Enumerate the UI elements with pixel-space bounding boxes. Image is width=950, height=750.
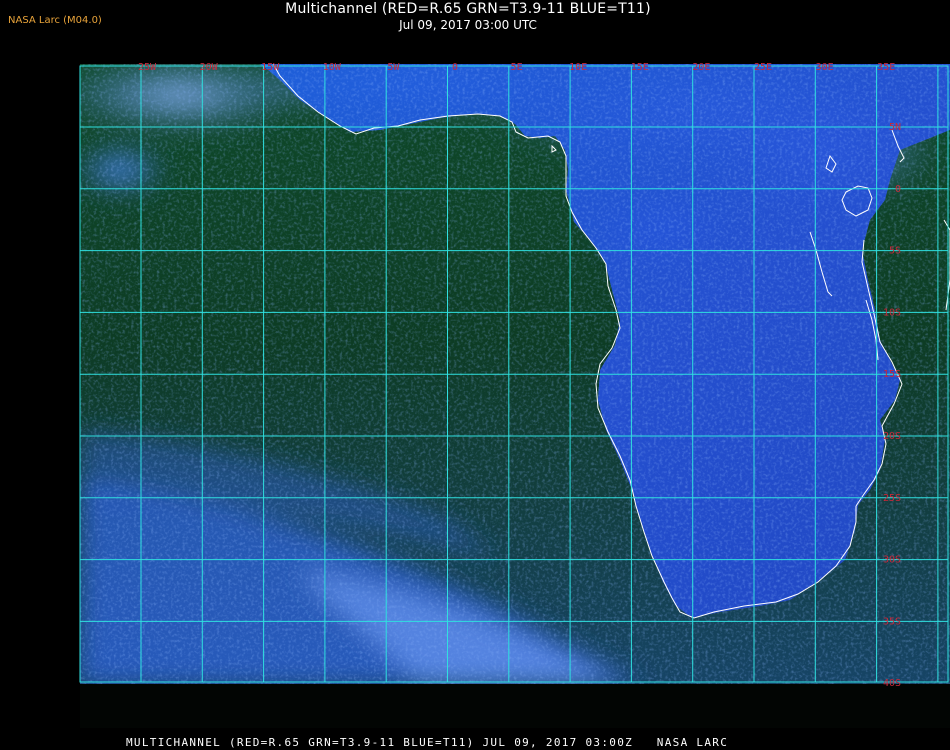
longitude-label: 15W: [261, 62, 280, 73]
satellite-map: 25W 20W 15W 10W 5W 0 5E 10E 15E 20E 25E 30E 35E 5N 0 5…: [79, 62, 950, 689]
longitude-label: 25E: [754, 62, 772, 73]
footer-caption: MULTICHANNEL (RED=R.65 GRN=T3.9-11 BLUE=…: [126, 736, 729, 749]
longitude-label: 5E: [511, 62, 523, 73]
longitude-label: 20E: [692, 62, 710, 73]
latitude-label: 25S: [883, 493, 901, 504]
latitude-label: 20S: [883, 431, 901, 442]
latitude-label: 5S: [889, 246, 901, 257]
longitude-label: 10W: [323, 62, 342, 73]
longitude-label: 35E: [877, 62, 895, 73]
latitude-label: 5N: [889, 122, 901, 133]
latitude-label: 35S: [883, 616, 901, 627]
longitude-label: 15E: [631, 62, 649, 73]
latitude-label: 40S: [883, 678, 901, 689]
longitude-label: 25W: [138, 62, 157, 73]
longitude-label: 10E: [569, 62, 587, 73]
longitude-label: 30E: [816, 62, 834, 73]
longitude-label: 0: [452, 62, 458, 73]
longitude-label: 20W: [200, 62, 219, 73]
latitude-label: 10S: [883, 307, 901, 318]
latitude-label: 0: [895, 184, 901, 195]
latitude-label: 15S: [883, 369, 901, 380]
latitude-label: 30S: [883, 555, 901, 566]
longitude-label: 5W: [387, 62, 400, 73]
